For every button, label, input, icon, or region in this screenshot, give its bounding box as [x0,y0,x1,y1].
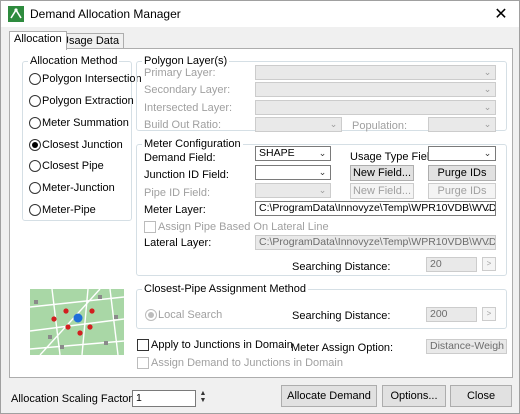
secondary-layer-label: Secondary Layer: [144,84,231,96]
new-field-button[interactable]: New Field... [350,165,414,181]
chevron-down-icon: ⌄ [483,148,492,158]
allocation-tab-panel: Allocation Method Polygon Intersection P… [9,48,513,378]
radio-label-meter-junction: Meter-Junction [42,182,115,194]
chevron-down-icon: ⌄ [483,203,492,213]
title-bar: Demand Allocation Manager ✕ [1,1,519,27]
junction-id-field-combo[interactable]: ⌄ [255,165,331,180]
lateral-layer-value: C:\ProgramData\Innovyze\Temp\WPR10VDB\WV… [259,236,496,248]
spinner-up-icon[interactable]: ▲ [198,390,208,397]
intersected-layer-combo[interactable]: ⌄ [255,100,496,115]
usage-type-field-combo[interactable]: ⌄ [428,146,496,161]
meter-searching-distance-arrow-button[interactable]: > [482,257,496,271]
app-icon [8,6,24,22]
radio-label-polygon-extraction: Polygon Extraction [42,95,134,107]
local-search-radio[interactable] [145,309,157,321]
primary-layer-combo[interactable]: ⌄ [255,65,496,80]
radio-polygon-extraction[interactable] [29,95,41,107]
allocate-demand-button[interactable]: Allocate Demand [281,385,377,407]
meter-assign-option-label: Meter Assign Option: [291,342,394,354]
scaling-factor-label: Allocation Scaling Factor: [11,393,136,405]
assign-pipe-lateral-label: Assign Pipe Based On Lateral Line [158,221,329,233]
radio-label-meter-summation: Meter Summation [42,117,129,129]
chevron-down-icon: ⌄ [483,237,492,247]
meter-searching-distance-input[interactable]: 20 [426,257,477,272]
apply-junctions-checkbox[interactable] [137,339,149,351]
demand-field-value: SHAPE [259,147,295,159]
allocation-method-illustration [29,288,125,356]
primary-layer-label: Primary Layer: [144,67,216,79]
meter-searching-distance-label: Searching Distance: [292,261,391,273]
pipe-searching-distance-label: Searching Distance: [292,310,391,322]
meter-layer-combo[interactable]: C:\ProgramData\Innovyze\Temp\WPR10VDB\WV… [255,201,496,216]
intersected-layer-label: Intersected Layer: [144,102,233,114]
population-combo[interactable]: ⌄ [428,117,496,132]
build-out-ratio-label: Build Out Ratio: [144,119,222,131]
pipe-purge-ids-button[interactable]: Purge IDs [428,183,496,199]
assign-demand-junctions-checkbox[interactable] [137,357,149,369]
radio-label-polygon-intersection: Polygon Intersection [42,73,142,85]
spinner-down-icon[interactable]: ▼ [198,397,208,404]
options-button[interactable]: Options... [382,385,446,407]
lateral-layer-label: Lateral Layer: [144,237,212,249]
scaling-factor-spinner[interactable]: ▲ ▼ [198,390,208,406]
dialog-window: Demand Allocation Manager ✕ Allocation U… [0,0,520,414]
radio-label-meter-pipe: Meter-Pipe [42,204,96,216]
chevron-down-icon: ⌄ [318,185,327,195]
assign-pipe-lateral-checkbox[interactable] [144,221,156,233]
junction-id-field-label: Junction ID Field: [144,169,229,181]
usage-type-field-label: Usage Type Field: [350,151,439,163]
radio-closest-pipe[interactable] [29,160,41,172]
chevron-down-icon: ⌄ [494,341,503,351]
scaling-factor-input[interactable]: 1 [132,390,196,407]
meter-layer-value: C:\ProgramData\Innovyze\Temp\WPR10VDB\WV… [259,202,496,214]
pipe-new-field-button[interactable]: New Field... [350,183,414,199]
allocation-method-title: Allocation Method [28,55,120,67]
demand-field-label: Demand Field: [144,152,216,164]
radio-closest-junction[interactable] [29,139,41,151]
close-button[interactable]: Close [450,385,512,407]
window-title: Demand Allocation Manager [30,7,181,21]
chevron-down-icon: ⌄ [318,167,327,177]
close-icon[interactable]: ✕ [491,4,511,24]
apply-junctions-label: Apply to Junctions in Domain [151,339,293,351]
meter-layer-label: Meter Layer: [144,204,206,216]
lateral-layer-combo[interactable]: C:\ProgramData\Innovyze\Temp\WPR10VDB\WV… [255,235,496,250]
radio-meter-pipe[interactable] [29,204,41,216]
radio-meter-summation[interactable] [29,117,41,129]
polygon-layers-title: Polygon Layer(s) [142,55,230,67]
chevron-down-icon: ⌄ [483,102,492,112]
pipe-searching-distance-arrow-button[interactable]: > [482,307,496,321]
chevron-down-icon: ⌄ [318,148,327,158]
meter-assign-option-combo[interactable]: Distance-Weigh ⌄ [426,339,507,354]
radio-label-closest-pipe: Closest Pipe [42,160,104,172]
population-label: Population: [352,120,408,132]
pipe-id-field-combo[interactable]: ⌄ [255,183,331,198]
secondary-layer-combo[interactable]: ⌄ [255,82,496,97]
chevron-down-icon: ⌄ [483,84,492,94]
chevron-down-icon: ⌄ [483,67,492,77]
assign-demand-junctions-label: Assign Demand to Junctions in Domain [151,357,343,369]
radio-label-closest-junction: Closest Junction [42,139,123,151]
chevron-down-icon: ⌄ [329,119,338,129]
pipe-searching-distance-input[interactable]: 200 [426,307,477,322]
local-search-label: Local Search [158,309,223,321]
closest-pipe-assignment-title: Closest-Pipe Assignment Method [142,283,309,295]
radio-polygon-intersection[interactable] [29,73,41,85]
purge-ids-button[interactable]: Purge IDs [428,165,496,181]
demand-field-combo[interactable]: SHAPE ⌄ [255,146,331,161]
radio-meter-junction[interactable] [29,182,41,194]
chevron-down-icon: ⌄ [483,119,492,129]
pipe-id-field-label: Pipe ID Field: [144,187,211,199]
meter-configuration-title: Meter Configuration [142,138,243,150]
build-out-ratio-combo[interactable]: ⌄ [255,117,342,132]
tab-allocation[interactable]: Allocation [9,31,67,50]
